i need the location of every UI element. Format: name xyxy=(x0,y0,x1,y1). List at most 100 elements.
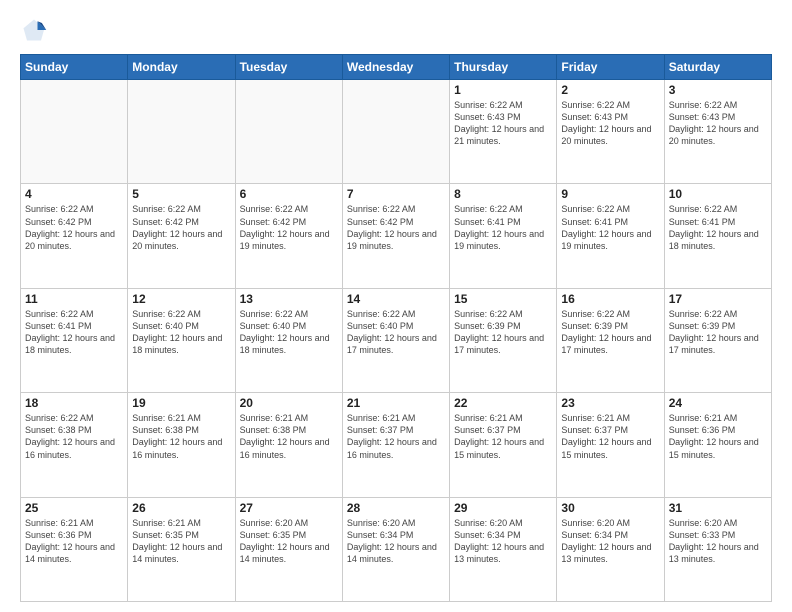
calendar-cell: 31 Sunrise: 6:20 AM Sunset: 6:33 PM Dayli… xyxy=(664,497,771,601)
day-info: Sunrise: 6:22 AM Sunset: 6:43 PM Dayligh… xyxy=(561,99,659,148)
day-info: Sunrise: 6:22 AM Sunset: 6:41 PM Dayligh… xyxy=(454,203,552,252)
day-number: 29 xyxy=(454,501,552,515)
calendar-table: SundayMondayTuesdayWednesdayThursdayFrid… xyxy=(20,54,772,602)
day-number: 2 xyxy=(561,83,659,97)
day-number: 9 xyxy=(561,187,659,201)
calendar-week-row: 1 Sunrise: 6:22 AM Sunset: 6:43 PM Daylig… xyxy=(21,80,772,184)
calendar-cell: 7Sunrise: 6:22 AM Sunset: 6:42 PM Daylig… xyxy=(342,184,449,288)
calendar-cell: 9 Sunrise: 6:22 AM Sunset: 6:41 PM Daylig… xyxy=(557,184,664,288)
calendar-cell: 27 Sunrise: 6:20 AM Sunset: 6:35 PM Dayli… xyxy=(235,497,342,601)
day-info: Sunrise: 6:22 AM Sunset: 6:39 PM Dayligh… xyxy=(669,308,767,357)
day-info: Sunrise: 6:21 AM Sunset: 6:35 PM Dayligh… xyxy=(132,517,230,566)
day-info: Sunrise: 6:22 AM Sunset: 6:41 PM Dayligh… xyxy=(561,203,659,252)
logo xyxy=(20,16,52,44)
day-number: 25 xyxy=(25,501,123,515)
calendar-cell: 18Sunrise: 6:22 AM Sunset: 6:38 PM Dayli… xyxy=(21,393,128,497)
day-info: Sunrise: 6:22 AM Sunset: 6:41 PM Dayligh… xyxy=(25,308,123,357)
day-info: Sunrise: 6:20 AM Sunset: 6:34 PM Dayligh… xyxy=(454,517,552,566)
weekday-header-wednesday: Wednesday xyxy=(342,55,449,80)
calendar-week-row: 18Sunrise: 6:22 AM Sunset: 6:38 PM Dayli… xyxy=(21,393,772,497)
calendar-cell: 21 Sunrise: 6:21 AM Sunset: 6:37 PM Dayli… xyxy=(342,393,449,497)
calendar-week-row: 11 Sunrise: 6:22 AM Sunset: 6:41 PM Dayli… xyxy=(21,288,772,392)
day-number: 4 xyxy=(25,187,123,201)
calendar-cell: 14 Sunrise: 6:22 AM Sunset: 6:40 PM Dayli… xyxy=(342,288,449,392)
calendar-cell: 8Sunrise: 6:22 AM Sunset: 6:41 PM Daylig… xyxy=(450,184,557,288)
calendar-cell: 10 Sunrise: 6:22 AM Sunset: 6:41 PM Dayli… xyxy=(664,184,771,288)
day-number: 28 xyxy=(347,501,445,515)
day-number: 6 xyxy=(240,187,338,201)
weekday-header-friday: Friday xyxy=(557,55,664,80)
day-number: 10 xyxy=(669,187,767,201)
calendar-cell: 1 Sunrise: 6:22 AM Sunset: 6:43 PM Daylig… xyxy=(450,80,557,184)
weekday-header-row: SundayMondayTuesdayWednesdayThursdayFrid… xyxy=(21,55,772,80)
day-info: Sunrise: 6:22 AM Sunset: 6:42 PM Dayligh… xyxy=(347,203,445,252)
calendar-cell: 25 Sunrise: 6:21 AM Sunset: 6:36 PM Dayli… xyxy=(21,497,128,601)
day-info: Sunrise: 6:21 AM Sunset: 6:38 PM Dayligh… xyxy=(240,412,338,461)
day-info: Sunrise: 6:22 AM Sunset: 6:40 PM Dayligh… xyxy=(347,308,445,357)
day-info: Sunrise: 6:21 AM Sunset: 6:37 PM Dayligh… xyxy=(454,412,552,461)
calendar-cell xyxy=(128,80,235,184)
calendar-week-row: 4 Sunrise: 6:22 AM Sunset: 6:42 PM Daylig… xyxy=(21,184,772,288)
day-info: Sunrise: 6:21 AM Sunset: 6:37 PM Dayligh… xyxy=(347,412,445,461)
day-info: Sunrise: 6:22 AM Sunset: 6:42 PM Dayligh… xyxy=(132,203,230,252)
day-number: 27 xyxy=(240,501,338,515)
calendar-cell: 4 Sunrise: 6:22 AM Sunset: 6:42 PM Daylig… xyxy=(21,184,128,288)
day-number: 13 xyxy=(240,292,338,306)
day-number: 22 xyxy=(454,396,552,410)
calendar-cell: 30 Sunrise: 6:20 AM Sunset: 6:34 PM Dayli… xyxy=(557,497,664,601)
calendar-cell: 29 Sunrise: 6:20 AM Sunset: 6:34 PM Dayli… xyxy=(450,497,557,601)
day-info: Sunrise: 6:20 AM Sunset: 6:33 PM Dayligh… xyxy=(669,517,767,566)
calendar-cell: 3Sunrise: 6:22 AM Sunset: 6:43 PM Daylig… xyxy=(664,80,771,184)
day-number: 19 xyxy=(132,396,230,410)
calendar-cell: 20 Sunrise: 6:21 AM Sunset: 6:38 PM Dayli… xyxy=(235,393,342,497)
weekday-header-thursday: Thursday xyxy=(450,55,557,80)
day-info: Sunrise: 6:22 AM Sunset: 6:40 PM Dayligh… xyxy=(132,308,230,357)
day-info: Sunrise: 6:20 AM Sunset: 6:34 PM Dayligh… xyxy=(347,517,445,566)
calendar-cell: 17 Sunrise: 6:22 AM Sunset: 6:39 PM Dayli… xyxy=(664,288,771,392)
day-number: 24 xyxy=(669,396,767,410)
day-number: 16 xyxy=(561,292,659,306)
weekday-header-sunday: Sunday xyxy=(21,55,128,80)
day-number: 11 xyxy=(25,292,123,306)
calendar-cell: 2 Sunrise: 6:22 AM Sunset: 6:43 PM Daylig… xyxy=(557,80,664,184)
day-number: 17 xyxy=(669,292,767,306)
calendar-cell xyxy=(235,80,342,184)
day-info: Sunrise: 6:21 AM Sunset: 6:36 PM Dayligh… xyxy=(25,517,123,566)
day-number: 20 xyxy=(240,396,338,410)
day-info: Sunrise: 6:22 AM Sunset: 6:43 PM Dayligh… xyxy=(454,99,552,148)
weekday-header-tuesday: Tuesday xyxy=(235,55,342,80)
calendar-week-row: 25 Sunrise: 6:21 AM Sunset: 6:36 PM Dayli… xyxy=(21,497,772,601)
calendar-cell: 5 Sunrise: 6:22 AM Sunset: 6:42 PM Daylig… xyxy=(128,184,235,288)
day-number: 30 xyxy=(561,501,659,515)
day-info: Sunrise: 6:22 AM Sunset: 6:42 PM Dayligh… xyxy=(240,203,338,252)
day-info: Sunrise: 6:20 AM Sunset: 6:35 PM Dayligh… xyxy=(240,517,338,566)
day-info: Sunrise: 6:21 AM Sunset: 6:38 PM Dayligh… xyxy=(132,412,230,461)
page: SundayMondayTuesdayWednesdayThursdayFrid… xyxy=(0,0,792,612)
day-info: Sunrise: 6:22 AM Sunset: 6:38 PM Dayligh… xyxy=(25,412,123,461)
day-info: Sunrise: 6:20 AM Sunset: 6:34 PM Dayligh… xyxy=(561,517,659,566)
header xyxy=(20,16,772,44)
day-number: 14 xyxy=(347,292,445,306)
day-info: Sunrise: 6:21 AM Sunset: 6:36 PM Dayligh… xyxy=(669,412,767,461)
calendar-cell xyxy=(342,80,449,184)
weekday-header-saturday: Saturday xyxy=(664,55,771,80)
day-info: Sunrise: 6:21 AM Sunset: 6:37 PM Dayligh… xyxy=(561,412,659,461)
day-number: 1 xyxy=(454,83,552,97)
day-number: 31 xyxy=(669,501,767,515)
day-number: 12 xyxy=(132,292,230,306)
weekday-header-monday: Monday xyxy=(128,55,235,80)
day-info: Sunrise: 6:22 AM Sunset: 6:39 PM Dayligh… xyxy=(561,308,659,357)
calendar-cell: 12 Sunrise: 6:22 AM Sunset: 6:40 PM Dayli… xyxy=(128,288,235,392)
calendar-cell: 23 Sunrise: 6:21 AM Sunset: 6:37 PM Dayli… xyxy=(557,393,664,497)
calendar-cell: 6 Sunrise: 6:22 AM Sunset: 6:42 PM Daylig… xyxy=(235,184,342,288)
day-number: 15 xyxy=(454,292,552,306)
day-info: Sunrise: 6:22 AM Sunset: 6:43 PM Dayligh… xyxy=(669,99,767,148)
calendar-cell: 26Sunrise: 6:21 AM Sunset: 6:35 PM Dayli… xyxy=(128,497,235,601)
calendar-cell: 16 Sunrise: 6:22 AM Sunset: 6:39 PM Dayli… xyxy=(557,288,664,392)
day-number: 5 xyxy=(132,187,230,201)
day-number: 23 xyxy=(561,396,659,410)
day-info: Sunrise: 6:22 AM Sunset: 6:41 PM Dayligh… xyxy=(669,203,767,252)
day-info: Sunrise: 6:22 AM Sunset: 6:42 PM Dayligh… xyxy=(25,203,123,252)
day-number: 21 xyxy=(347,396,445,410)
calendar-cell: 15Sunrise: 6:22 AM Sunset: 6:39 PM Dayli… xyxy=(450,288,557,392)
